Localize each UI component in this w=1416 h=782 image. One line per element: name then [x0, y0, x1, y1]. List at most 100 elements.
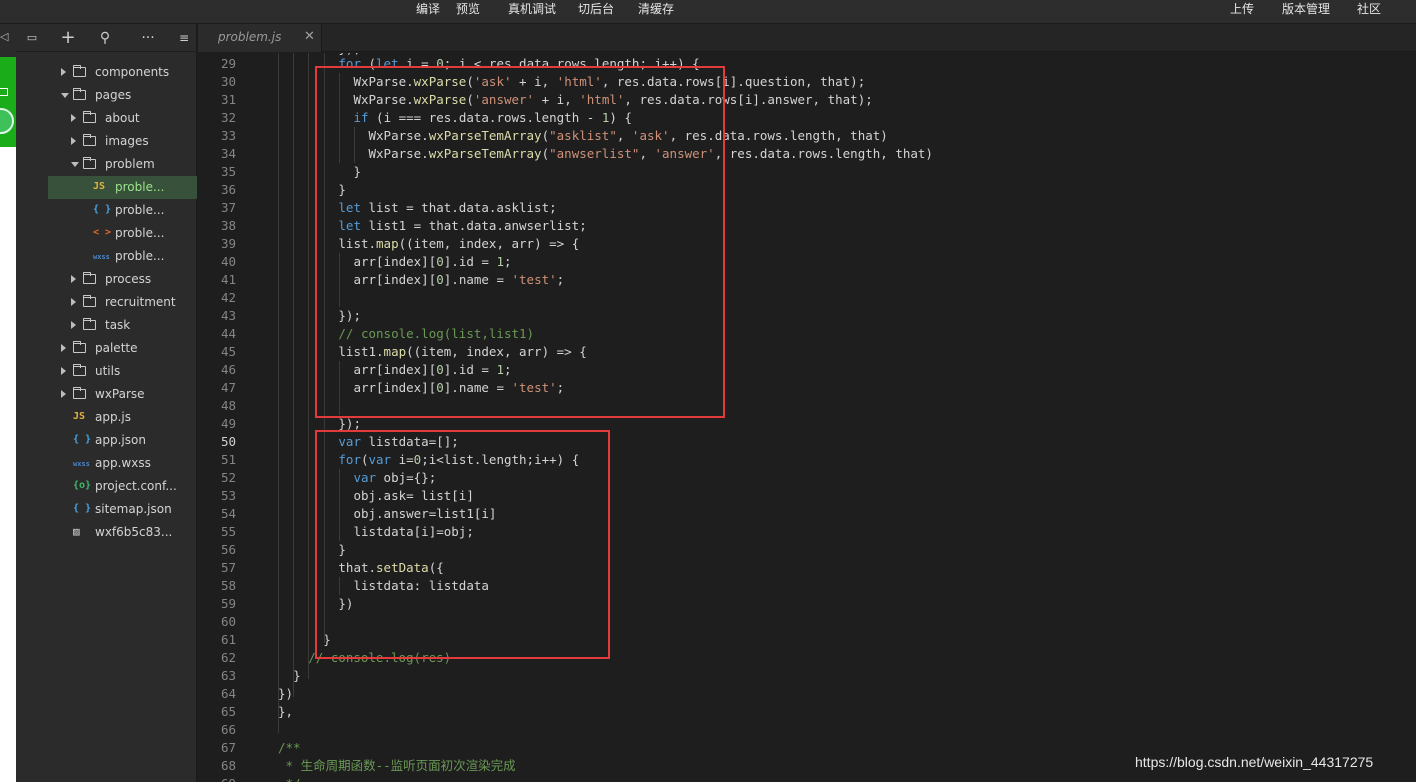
simulator-screen[interactable] [0, 57, 16, 782]
chevron-right-icon[interactable] [71, 321, 76, 329]
line-number: 59 [220, 596, 236, 611]
tree-item-sitemap-json[interactable]: { } sitemap.json [48, 498, 197, 521]
line-number: 31 [220, 92, 236, 107]
tree-item-app-js[interactable]: JS app.js [48, 406, 197, 429]
chevron-right-icon[interactable] [71, 275, 76, 283]
indent-guide [308, 53, 309, 679]
js-file-icon: JS [93, 181, 106, 192]
preview-button[interactable]: 预览 [456, 0, 480, 24]
line-number: 63 [220, 668, 236, 683]
tree-item-proble[interactable]: { } proble... [48, 199, 197, 222]
code-line[interactable]: } [293, 667, 301, 685]
line-number: 50 [220, 434, 236, 449]
tree-item-label: wxf6b5c83... [95, 525, 173, 539]
line-number: 64 [220, 686, 236, 701]
code-line: }); [338, 53, 361, 58]
background-button[interactable]: 切后台 [578, 0, 614, 24]
tree-item-recruitment[interactable]: recruitment [48, 291, 197, 314]
tree-item-app-wxss[interactable]: wxss app.wxss [48, 452, 197, 475]
line-number: 39 [220, 236, 236, 251]
chevron-down-icon[interactable] [71, 162, 79, 167]
tree-item-process[interactable]: process [48, 268, 197, 291]
tree-item-label: problem [105, 157, 155, 171]
tree-item-proble[interactable]: JS proble... [48, 176, 197, 199]
chevron-right-icon[interactable] [61, 390, 66, 398]
tree-item-label: task [105, 318, 131, 332]
upload-button[interactable]: 上传 [1230, 0, 1254, 24]
folder-icon [73, 364, 86, 376]
tree-item-problem[interactable]: problem [48, 153, 197, 176]
chevron-right-icon[interactable] [61, 344, 66, 352]
editor-tab-bar: problem.js ✕ [198, 24, 1416, 52]
json-file-icon: { } [73, 503, 92, 514]
tree-item-label: sitemap.json [95, 502, 172, 516]
tree-item-label: proble... [115, 226, 165, 240]
clear-cache-button[interactable]: 清缓存 [638, 0, 674, 24]
collapse-all-icon[interactable]: ≡ [175, 29, 193, 47]
device-debug-button[interactable]: 真机调试 [508, 0, 556, 24]
tree-item-task[interactable]: task [48, 314, 197, 337]
tree-item-project-conf[interactable]: {o} project.conf... [48, 475, 197, 498]
line-number: 60 [220, 614, 236, 629]
line-number: 37 [220, 200, 236, 215]
compile-button[interactable]: 编译 [416, 0, 440, 24]
line-number: 57 [220, 560, 236, 575]
tree-item-app-json[interactable]: { } app.json [48, 429, 197, 452]
tree-item-label: app.js [95, 410, 131, 424]
line-number: 46 [220, 362, 236, 377]
tree-item-label: process [105, 272, 152, 286]
battery-icon [0, 88, 8, 96]
code-line[interactable]: }) [278, 685, 293, 703]
chevron-right-icon[interactable] [71, 137, 76, 145]
code-line[interactable]: * 生命周期函数--监听页面初次渲染完成 [278, 757, 516, 775]
wxss-file-icon: wxss [73, 460, 90, 468]
panel-toggle-icon[interactable]: ▭ [23, 29, 41, 47]
search-icon[interactable]: ⚲ [96, 29, 114, 47]
tree-item-components[interactable]: components [48, 61, 197, 84]
tree-item-label: images [105, 134, 149, 148]
line-number: 61 [220, 632, 236, 647]
explorer-toolbar: ▭ + ⚲ ··· ≡ [16, 24, 197, 52]
tree-item-wxparse[interactable]: wxParse [48, 383, 197, 406]
code-line[interactable]: /** [278, 739, 301, 757]
line-number: 51 [220, 452, 236, 467]
chevron-right-icon[interactable] [71, 298, 76, 306]
line-number: 69 [198, 775, 236, 782]
indent-guide [278, 53, 279, 733]
add-file-icon[interactable]: + [59, 29, 77, 47]
tree-item-utils[interactable]: utils [48, 360, 197, 383]
tree-item-images[interactable]: images [48, 130, 197, 153]
tree-item-wxf6b5c83[interactable]: ▨ wxf6b5c83... [48, 521, 197, 544]
simulator-toggle-icon[interactable]: ◁ [0, 30, 8, 43]
chevron-right-icon[interactable] [71, 114, 76, 122]
community-button[interactable]: 社区 [1357, 0, 1381, 24]
highlight-box-listdata-block [315, 430, 610, 659]
close-icon[interactable]: ✕ [304, 29, 315, 44]
code-line[interactable]: }, [278, 703, 293, 721]
line-number: 49 [220, 416, 236, 431]
tab-label: problem.js [218, 30, 282, 44]
more-icon[interactable]: ··· [139, 29, 157, 47]
tree-item-palette[interactable]: palette [48, 337, 197, 360]
tree-item-label: about [105, 111, 140, 125]
line-number: 30 [220, 74, 236, 89]
chevron-right-icon[interactable] [61, 68, 66, 76]
chevron-right-icon[interactable] [61, 367, 66, 375]
code-line[interactable]: */ [278, 775, 301, 782]
line-number: 65 [220, 704, 236, 719]
chevron-down-icon[interactable] [61, 93, 69, 98]
tree-item-about[interactable]: about [48, 107, 197, 130]
tab-problem-js[interactable]: problem.js ✕ [198, 24, 322, 52]
version-management-button[interactable]: 版本管理 [1282, 0, 1330, 24]
line-number: 62 [220, 650, 236, 665]
js-file-icon: JS [73, 411, 86, 422]
folder-icon [83, 295, 96, 307]
folder-icon [83, 134, 96, 146]
tree-item-pages[interactable]: pages [48, 84, 197, 107]
tree-item-proble[interactable]: < > proble... [48, 222, 197, 245]
line-number: 35 [220, 164, 236, 179]
line-number: 53 [220, 488, 236, 503]
tree-item-proble[interactable]: wxss proble... [48, 245, 197, 268]
code-editor[interactable]: 29 30 31 32 33 34 35 36 37 38 39 40 41 42 43 44 45 46 47 48… [198, 53, 1416, 782]
line-number: 68 [220, 758, 236, 773]
